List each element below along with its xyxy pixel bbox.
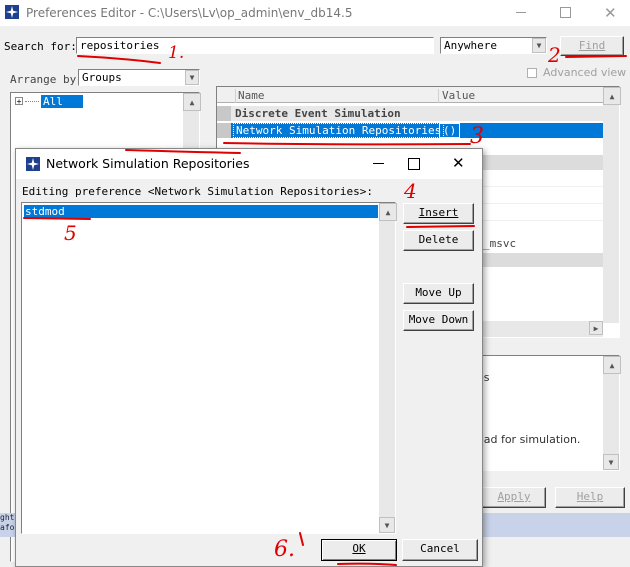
annotation-underline-find [565,55,627,58]
annotation-underline-row [223,142,471,146]
annotation-layer: 1. 2 3 4 5 6. [23,43,627,566]
annotation-4: 4 [403,179,417,203]
annotation-underline-item [23,217,91,220]
annotation-1: 1. [168,43,184,63]
annotation-6: 6. [274,537,295,562]
annotation-underline-arrange [125,149,241,154]
annotation-2: 2 [547,43,561,67]
annotation-underline-ok-bottom [337,562,397,566]
annotation-underline-ok [299,532,304,546]
annotation-underline-insert [406,225,475,228]
annotation-5: 5 [64,221,77,245]
annotation-3: 3 [470,124,484,149]
annotation-underline-search [77,55,161,64]
